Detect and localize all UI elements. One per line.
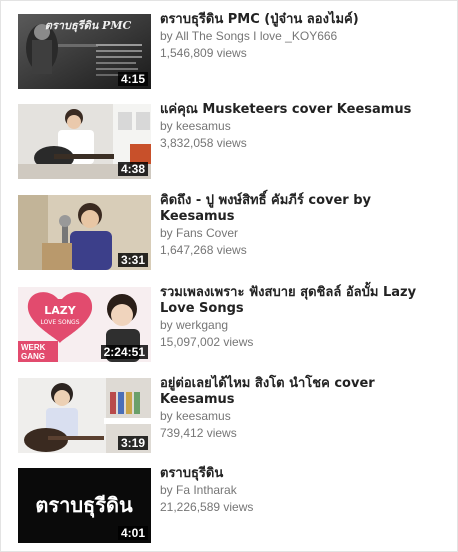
video-channel: by keesamus (160, 119, 231, 133)
video-item[interactable]: 3:19 อยู่ต่อเลยได้ไหม สิงโต นำโชค cover … (18, 376, 450, 456)
video-item[interactable]: 4:38 แค่คุณ Musketeers cover Keesamus by… (18, 102, 450, 182)
video-duration: 4:15 (117, 72, 148, 86)
video-channel: by keesamus (160, 409, 231, 423)
thumbnail-logo-text: ตราบธุรีดิน PMC (45, 19, 132, 33)
video-title-link[interactable]: ตราบธุรีดิน (160, 466, 450, 482)
video-thumbnail[interactable]: 3:19 (18, 378, 151, 453)
video-thumbnail[interactable]: 4:38 (18, 104, 151, 179)
video-title-link[interactable]: รวมเพลงเพราะ ฟังสบาย สุดชิลล์ อัลบั้ม La… (160, 285, 450, 317)
video-view-count: 15,097,002 views (160, 335, 254, 349)
video-title-link[interactable]: แค่คุณ Musketeers cover Keesamus (160, 102, 450, 118)
video-channel: by All The Songs I love _KOY666 (160, 29, 338, 43)
video-duration: 4:38 (117, 162, 148, 176)
video-thumbnail[interactable]: ตราบธุรีดิน 4:01 (18, 468, 151, 543)
video-view-count: 1,647,268 views (160, 243, 247, 257)
thumbnail-gang-text: GANG (21, 352, 45, 361)
video-thumbnail[interactable]: ตราบธุรีดิน PMC 4:15 (18, 14, 151, 89)
video-view-count: 3,832,058 views (160, 136, 247, 150)
video-item[interactable]: LAZY LOVE SONGS WERK GANG 2:24:51 รวมเพล… (18, 285, 450, 365)
video-channel: by Fans Cover (160, 226, 239, 240)
video-item[interactable]: ตราบธุรีดิน PMC 4:15 ตราบธุรีดิน PMC (ปู… (18, 12, 450, 92)
related-videos-panel: ตราบธุรีดิน PMC 4:15 ตราบธุรีดิน PMC (ปู… (0, 0, 458, 552)
thumbnail-love-songs-text: LOVE SONGS (40, 319, 79, 326)
video-channel: by werkgang (160, 318, 229, 332)
video-title-link[interactable]: คิดถึง - ปู พงษ์สิทธิ์ คัมภีร์ cover by … (160, 193, 450, 225)
video-view-count: 739,412 views (160, 426, 237, 440)
video-duration: 4:01 (117, 526, 148, 540)
video-title-link[interactable]: ตราบธุรีดิน PMC (ปู่จ๋าน ลองไมค์) (160, 12, 450, 28)
video-duration: 2:24:51 (100, 345, 148, 359)
video-duration: 3:19 (117, 436, 148, 450)
thumbnail-lazy-text: LAZY (44, 304, 76, 317)
thumbnail-werk-text: WERK (21, 343, 46, 352)
video-view-count: 21,226,589 views (160, 500, 254, 514)
video-item[interactable]: 3:31 คิดถึง - ปู พงษ์สิทธิ์ คัมภีร์ cove… (18, 193, 450, 273)
video-view-count: 1,546,809 views (160, 46, 247, 60)
video-title-link[interactable]: อยู่ต่อเลยได้ไหม สิงโต นำโชค cover Keesa… (160, 376, 450, 408)
video-duration: 3:31 (117, 253, 148, 267)
video-channel: by Fa Intharak (160, 483, 237, 497)
video-item[interactable]: ตราบธุรีดิน 4:01 ตราบธุรีดิน by Fa Intha… (18, 466, 450, 546)
video-thumbnail[interactable]: LAZY LOVE SONGS WERK GANG 2:24:51 (18, 287, 151, 362)
video-thumbnail[interactable]: 3:31 (18, 195, 151, 270)
thumbnail-title-text: ตราบธุรีดิน (35, 493, 133, 518)
